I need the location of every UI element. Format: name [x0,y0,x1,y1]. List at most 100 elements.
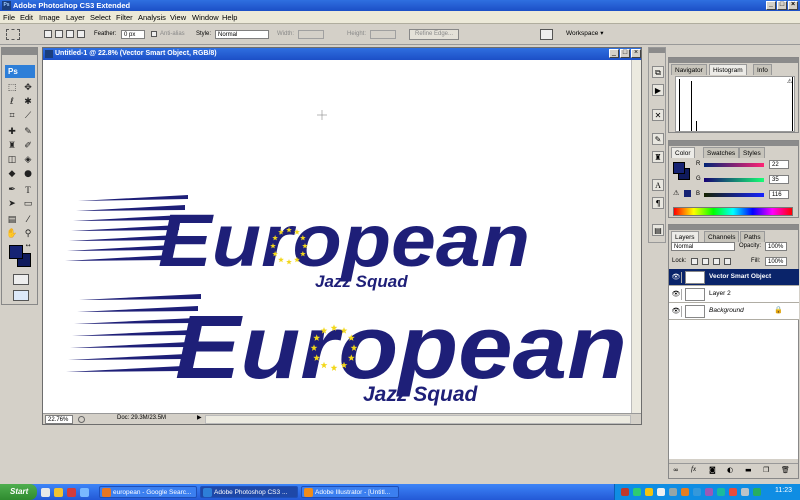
eraser-tool-icon[interactable]: ◫ [5,154,19,166]
history-brush-icon[interactable]: ✐ [21,140,35,152]
hand-tool-icon[interactable]: ✋ [5,228,19,240]
pen-tool-icon[interactable]: ✒ [5,184,19,196]
red-value-input[interactable]: 22 [769,160,789,169]
history-panel-icon[interactable]: ⧉ [652,66,664,78]
character-panel-icon[interactable]: A [652,179,664,191]
color-spectrum-ramp[interactable] [673,207,793,216]
height-input[interactable] [370,30,396,39]
document-horizontal-scrollbar[interactable] [205,415,631,424]
green-value-input[interactable]: 35 [769,175,789,184]
screen-mode-icon[interactable] [13,290,29,301]
quick-mask-icon[interactable] [13,274,29,285]
blur-tool-icon[interactable]: ◆ [5,168,19,180]
menu-layer[interactable]: Layer [66,13,85,22]
tab-histogram[interactable]: Histogram [709,64,747,75]
tab-layers[interactable]: Layers [671,231,699,242]
panel-grip[interactable] [669,225,798,230]
menu-help[interactable]: Help [222,13,237,22]
layer-style-icon[interactable]: fx [691,465,696,473]
new-group-icon[interactable]: ▬ [745,466,752,474]
taskbar-item-firefox[interactable]: european - Google Searc... [99,486,197,498]
new-selection-icon[interactable] [44,30,52,38]
crop-tool-icon[interactable]: ⌗ [5,110,19,122]
green-slider[interactable] [704,178,764,182]
visibility-eye-icon[interactable]: 👁 [671,289,682,300]
doc-minimize-button[interactable]: _ [609,49,619,58]
width-input[interactable] [298,30,324,39]
menu-analysis[interactable]: Analysis [138,13,166,22]
red-slider[interactable] [704,163,764,167]
zoom-tool-icon[interactable]: ⚲ [21,228,35,240]
palette-well-icon[interactable] [540,29,553,40]
tray-icon[interactable] [621,488,629,496]
menu-view[interactable]: View [170,13,186,22]
maximize-button[interactable]: □ [777,1,787,10]
tray-icon[interactable] [753,488,761,496]
actions-panel-icon[interactable]: ▶ [652,84,664,96]
tray-icon[interactable] [717,488,725,496]
gamut-swatch[interactable] [684,190,691,197]
tray-icon[interactable] [729,488,737,496]
tray-icon[interactable] [633,488,641,496]
antialias-checkbox[interactable] [151,31,157,37]
tab-styles[interactable]: Styles [739,147,765,158]
menu-file[interactable]: File [3,13,15,22]
quicklaunch-folder-icon[interactable] [54,488,63,497]
clone-source-icon[interactable]: ♜ [652,151,664,163]
magic-wand-icon[interactable]: ✱ [21,96,35,108]
eyedropper-icon[interactable]: ⁄ [21,214,35,226]
tray-icon[interactable] [669,488,677,496]
menu-window[interactable]: Window [192,13,219,22]
notes-tool-icon[interactable]: ▤ [5,214,19,226]
brush-tool-icon[interactable]: ✎ [21,126,35,138]
menu-select[interactable]: Select [90,13,111,22]
lasso-tool-icon[interactable]: ℓ [5,96,19,108]
healing-brush-icon[interactable]: ✚ [5,126,19,138]
foreground-color-swatch[interactable] [9,245,23,259]
type-tool-icon[interactable]: T [21,184,35,196]
rectangle-tool-icon[interactable]: ▭ [21,198,35,210]
tool-presets-icon[interactable]: ✕ [652,109,664,121]
dock-grip[interactable] [649,48,665,53]
menu-image[interactable]: Image [39,13,60,22]
link-layers-icon[interactable]: ∞ [673,466,679,474]
tray-icon[interactable] [705,488,713,496]
new-layer-icon[interactable]: ❐ [763,466,769,474]
refine-edge-button[interactable]: Refine Edge... [409,29,459,40]
tray-icon[interactable] [657,488,665,496]
brushes-panel-icon[interactable]: ✎ [652,133,664,145]
panel-grip[interactable] [669,141,798,146]
zoom-level-field[interactable]: 22.76% [45,415,73,424]
tray-icon[interactable] [693,488,701,496]
marquee-tool-icon[interactable]: ⬚ [5,82,19,94]
menu-filter[interactable]: Filter [116,13,133,22]
visibility-eye-icon[interactable]: 👁 [671,272,682,283]
feather-input[interactable]: 0 px [121,30,145,39]
tab-channels[interactable]: Channels [704,231,740,242]
blue-value-input[interactable]: 116 [769,190,789,199]
quicklaunch-media-icon[interactable] [67,488,76,497]
tab-paths[interactable]: Paths [740,231,765,242]
panel-grip[interactable] [669,58,798,63]
paint-bucket-icon[interactable]: ◈ [21,154,35,166]
clone-stamp-icon[interactable]: ♜ [5,140,19,152]
fill-input[interactable]: 100% [765,257,787,266]
marquee-preset-icon[interactable] [6,29,20,40]
layer-row[interactable]: 👁 Vector Smart Object [669,269,799,286]
tray-icon[interactable] [645,488,653,496]
tab-navigator[interactable]: Navigator [671,64,707,75]
layer-comps-icon[interactable]: ▤ [652,224,664,236]
move-tool-icon[interactable]: ✥ [21,82,35,94]
start-button[interactable]: Start [0,484,37,500]
doc-close-button[interactable]: × [631,49,641,58]
blend-mode-select[interactable]: Normal [671,242,735,251]
workspace-menu[interactable]: Workspace ▾ [566,29,603,38]
status-icon[interactable] [78,416,85,423]
menu-edit[interactable]: Edit [20,13,33,22]
lock-pixels-icon[interactable] [702,258,709,265]
subtract-selection-icon[interactable] [66,30,74,38]
close-button[interactable]: × [788,1,798,10]
document-vertical-scrollbar[interactable] [631,60,641,413]
quicklaunch-browser-icon[interactable] [80,488,89,497]
style-select[interactable]: Normal [215,30,269,39]
